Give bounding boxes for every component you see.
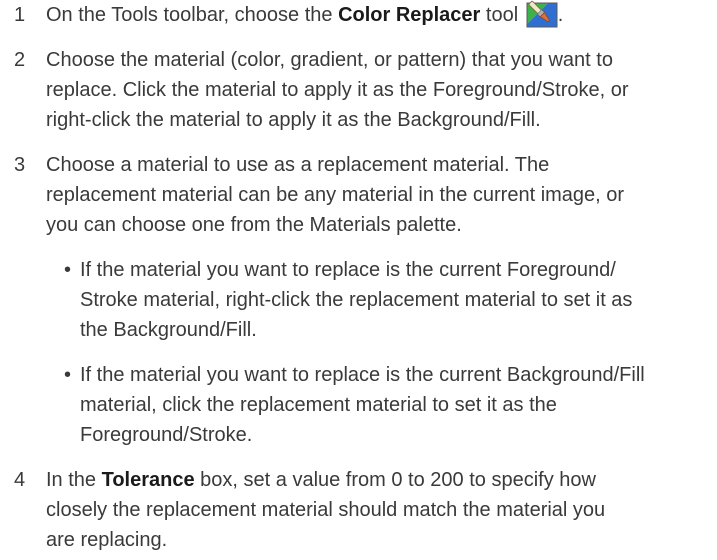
bullet-line: material, click the replacement material…: [80, 394, 557, 416]
step-line: Choose a material to use as a replacemen…: [46, 154, 550, 176]
step-line: you can choose one from the Materials pa…: [46, 214, 462, 236]
step-text-after: tool: [480, 4, 519, 26]
step-text-rest: box, set a value from 0 to 200 to specif…: [194, 469, 596, 491]
step-line: replace. Click the material to apply it …: [46, 79, 629, 101]
step-line: replacement material can be any material…: [46, 184, 625, 206]
step-line: closely the replacement material should …: [46, 499, 606, 521]
step-text: Choose a material to use as a replacemen…: [46, 150, 706, 240]
bullet-line: If the material you want to replace is t…: [80, 259, 616, 281]
tolerance-label: Tolerance: [101, 469, 195, 491]
step-text: Choose the material (color, gradient, or…: [46, 45, 706, 135]
bullet-marker: •: [64, 259, 72, 281]
color-replacer-label: Color Replacer: [338, 4, 481, 26]
step-number: 2: [14, 49, 26, 71]
bullet-line: the Background/Fill.: [80, 319, 257, 341]
step-number: 4: [14, 469, 26, 491]
step-line: Choose the material (color, gradient, or…: [46, 49, 613, 71]
bullet-text: If the material you want to replace is t…: [80, 360, 710, 450]
step-line: In the Tolerance box, set a value from 0…: [46, 465, 706, 495]
step-line: right-click the material to apply it as …: [46, 109, 541, 131]
step-number: 1: [14, 4, 26, 26]
step-text-end: .: [557, 4, 564, 26]
bullet-line: Stroke material, right-click the replace…: [80, 289, 633, 311]
step-text: In the Tolerance box, set a value from 0…: [46, 465, 706, 555]
color-replacer-icon: [526, 0, 558, 28]
bullet-text: If the material you want to replace is t…: [80, 255, 710, 345]
step-text: On the Tools toolbar, choose the Color R…: [46, 0, 706, 30]
bullet-marker: •: [64, 364, 72, 386]
bullet-line: Foreground/Stroke.: [80, 424, 253, 446]
step-line: are replacing.: [46, 529, 168, 551]
step-text-before: On the Tools toolbar, choose the: [46, 4, 339, 26]
step-number: 3: [14, 154, 26, 176]
step-text-before: In the: [46, 469, 102, 491]
bullet-line: If the material you want to replace is t…: [80, 364, 645, 386]
